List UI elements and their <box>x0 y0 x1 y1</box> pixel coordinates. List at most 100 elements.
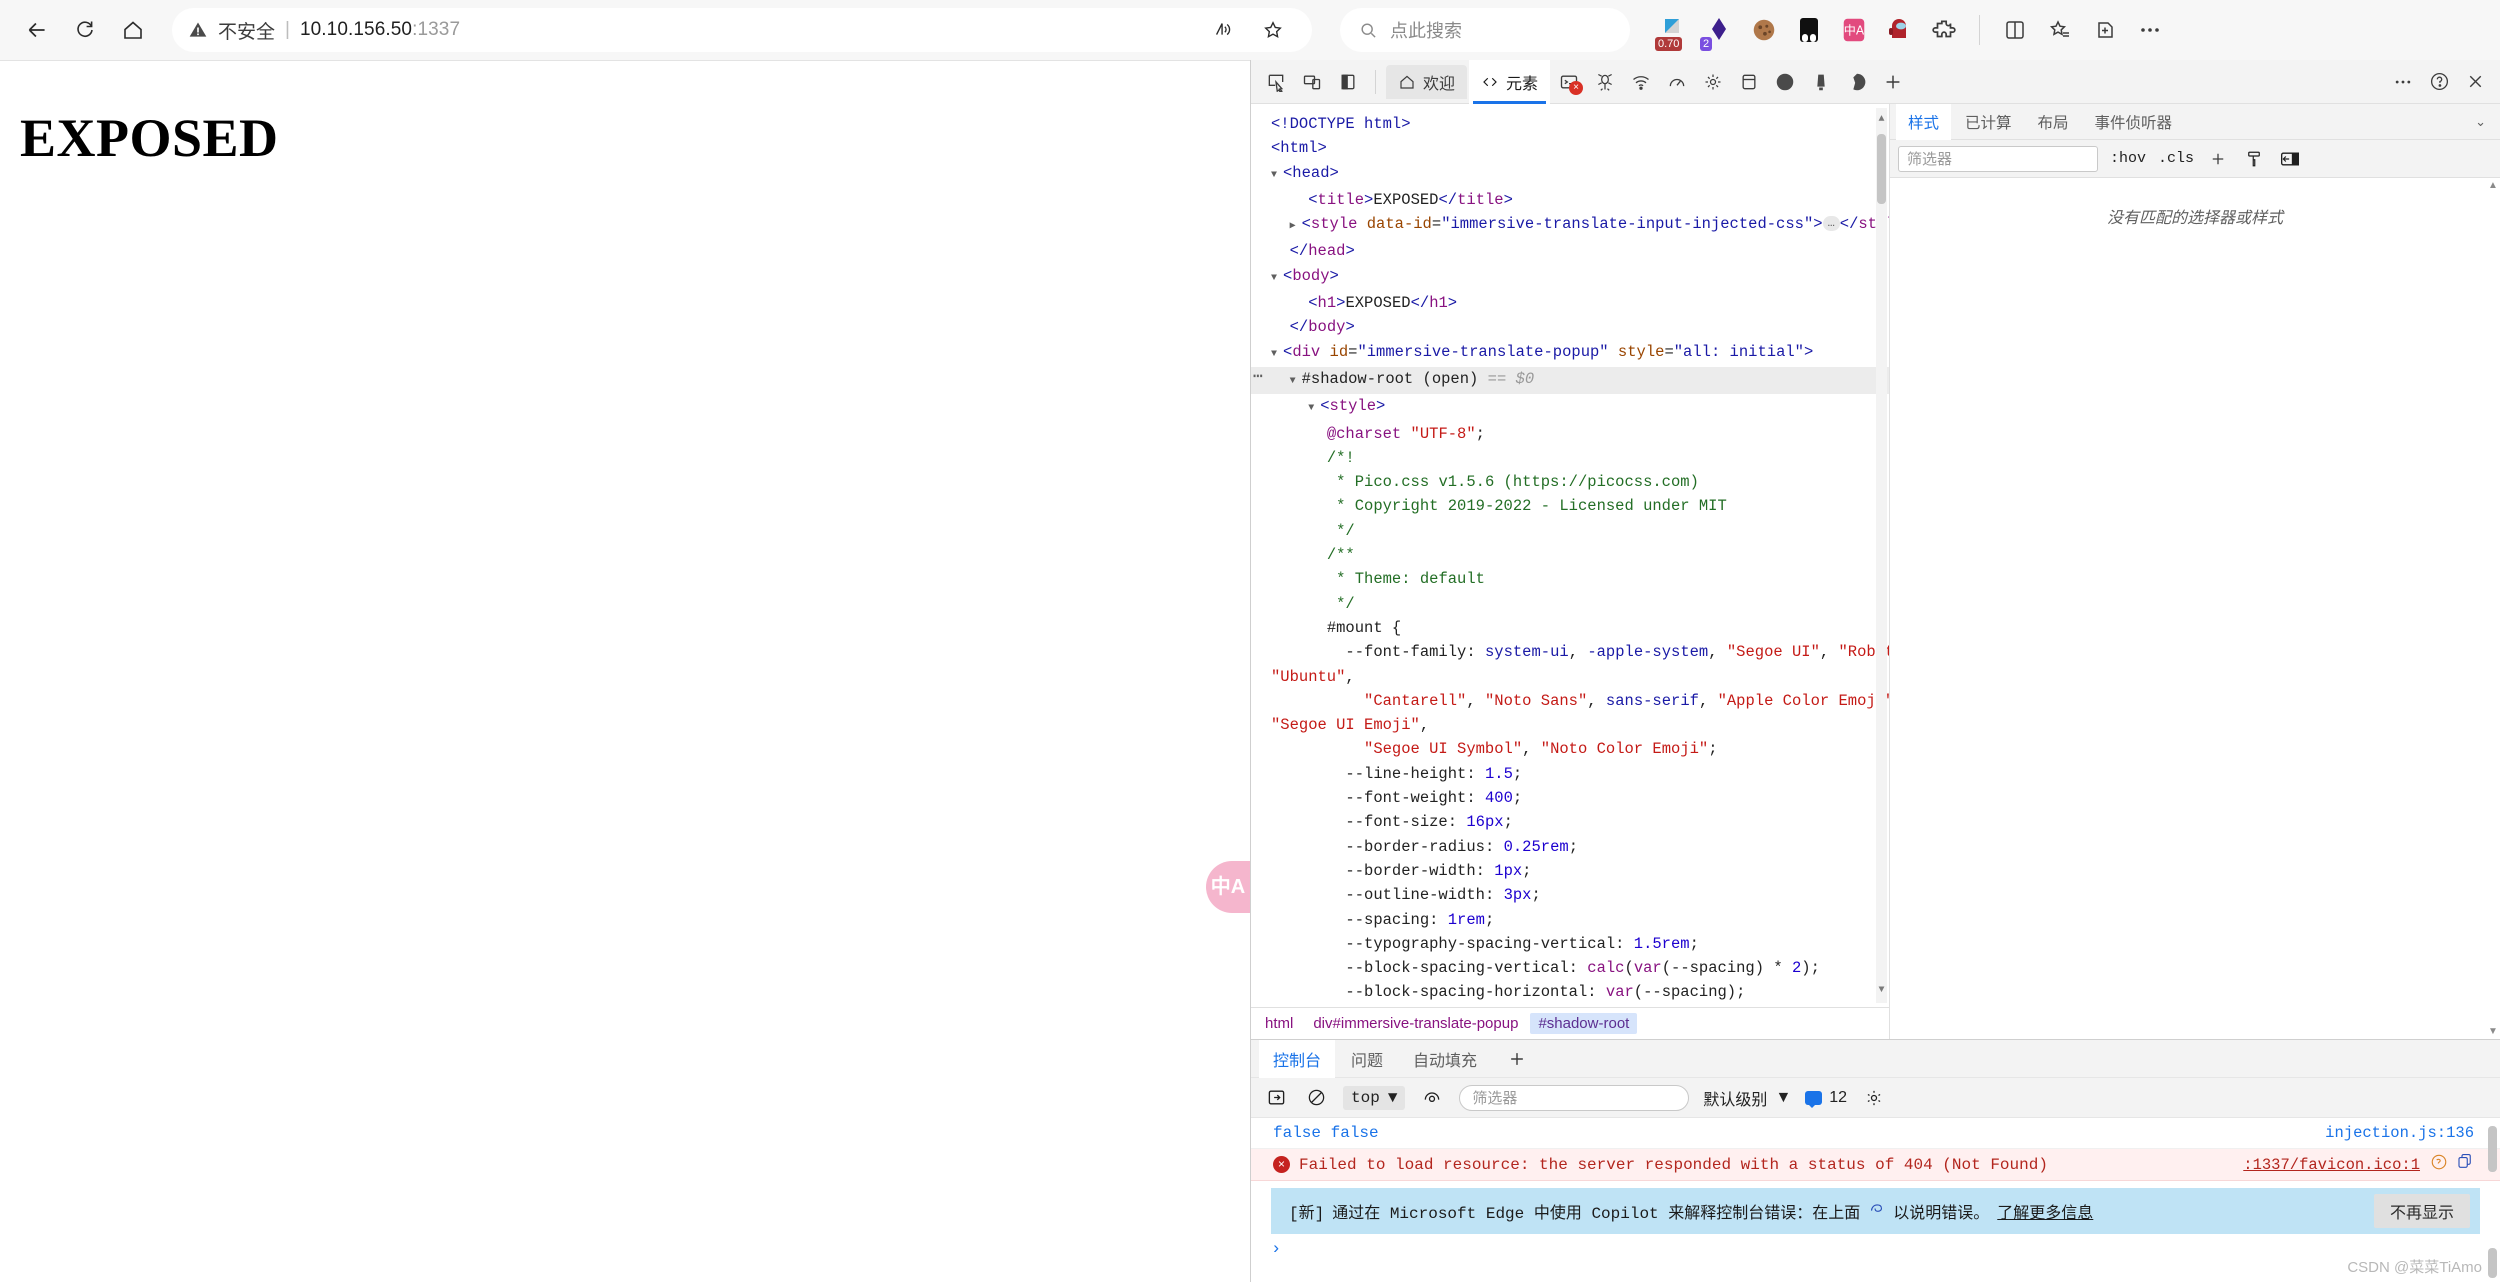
devtools-tab-welcome[interactable]: 欢迎 <box>1386 64 1468 99</box>
sources-icon[interactable] <box>1588 65 1622 99</box>
console-error-source[interactable]: :1337/favicon.ico:1 <box>2243 1156 2420 1174</box>
dom-line[interactable]: </head> <box>1251 239 1889 263</box>
puzzle-extension-icon[interactable] <box>1924 10 1964 50</box>
console-scrollbar-thumb-bottom[interactable] <box>2488 1248 2497 1278</box>
address-host: 10.10.156.50 <box>299 19 413 40</box>
console-message-info[interactable]: false false injection.js:136 <box>1251 1118 2500 1149</box>
styles-filter-input[interactable]: 筛选器 <box>1898 145 2098 172</box>
console-sidebar-icon[interactable] <box>1263 1085 1289 1111</box>
ruler-extension-icon[interactable]: 0.70 <box>1654 10 1694 51</box>
dom-tree[interactable]: <!DOCTYPE html> <html> ▼ <head> <title>EX… <box>1251 104 1889 1007</box>
read-aloud-icon[interactable] <box>1200 7 1246 53</box>
copy-message-icon[interactable] <box>2456 1153 2474 1176</box>
favorite-star-icon[interactable] <box>1250 7 1296 53</box>
more-options-icon[interactable] <box>2386 65 2420 99</box>
settings-gear-icon[interactable] <box>1861 1085 1887 1111</box>
clear-console-icon[interactable] <box>1303 1085 1329 1111</box>
immersive-translate-fab[interactable]: 中A <box>1206 861 1250 913</box>
console-scrollbar[interactable] <box>2487 1122 2498 1280</box>
favorites-bar-icon[interactable] <box>2040 10 2080 50</box>
device-toolbar-icon[interactable] <box>1295 65 1329 99</box>
cls-toggle[interactable]: .cls <box>2158 150 2194 167</box>
live-expression-icon[interactable] <box>1419 1085 1445 1111</box>
console-prompt[interactable]: › <box>1251 1234 2500 1265</box>
devtools-tab-elements[interactable]: 元素 <box>1469 60 1551 104</box>
breadcrumb-item-html[interactable]: html <box>1257 1013 1301 1034</box>
console-filter-placeholder: 筛选器 <box>1472 1090 1518 1107</box>
toggle-styles-sidebar-icon[interactable] <box>2278 147 2302 171</box>
hov-toggle[interactable]: :hov <box>2110 150 2146 167</box>
scrollbar-thumb[interactable] <box>1877 134 1886 204</box>
home-button[interactable] <box>110 7 156 53</box>
styles-tab-computed[interactable]: 已计算 <box>1953 108 2024 136</box>
cookie-extension-icon[interactable] <box>1744 10 1784 50</box>
dom-line[interactable]: ▼ <body> <box>1251 264 1889 291</box>
styles-scroll-down-arrow[interactable]: ▼ <box>2487 1026 2499 1037</box>
dark-reader-extension-icon[interactable] <box>1789 10 1829 50</box>
reload-button[interactable] <box>62 7 108 53</box>
immersive-translate-extension-icon[interactable]: 中A <box>1834 10 1874 50</box>
inspect-element-icon[interactable] <box>1259 65 1293 99</box>
lighthouse-icon[interactable] <box>1804 65 1838 99</box>
console-message-source[interactable]: injection.js:136 <box>2325 1124 2474 1142</box>
drawer-tab-console[interactable]: 控制台 <box>1259 1039 1336 1078</box>
console-filter-input[interactable]: 筛选器 <box>1459 1084 1690 1111</box>
styles-scroll-up-arrow[interactable]: ▲ <box>2487 180 2499 191</box>
split-screen-icon[interactable] <box>1995 10 2035 50</box>
breadcrumb-item-div[interactable]: div#immersive-translate-popup <box>1305 1013 1526 1034</box>
console-icon[interactable]: × <box>1552 65 1586 99</box>
dom-line[interactable]: ▼ <head> <box>1251 161 1889 188</box>
dom-line[interactable]: <h1>EXPOSED</h1> <box>1251 291 1889 315</box>
dom-line[interactable]: <html> <box>1251 136 1889 160</box>
back-button[interactable] <box>14 7 60 53</box>
dom-line[interactable]: </body> <box>1251 315 1889 339</box>
styles-tab-styles[interactable]: 样式 <box>1896 103 1952 140</box>
copilot-learn-more-link[interactable]: 了解更多信息 <box>1997 1199 2093 1223</box>
address-bar[interactable]: 不安全 | 10.10.156.50:1337 <box>172 8 1312 52</box>
copilot-explain-icon[interactable] <box>2430 1153 2448 1176</box>
styles-scrollbar[interactable]: ▲ ▼ <box>2487 178 2499 1039</box>
dom-line[interactable]: ▶ <style data-id="immersive-translate-inp… <box>1251 212 1889 239</box>
drawer-tab-issues[interactable]: 问题 <box>1337 1044 1397 1074</box>
performance-icon[interactable] <box>1660 65 1694 99</box>
console-message-error[interactable]: × Failed to load resource: the server re… <box>1251 1149 2500 1181</box>
copilot-dismiss-button[interactable]: 不再显示 <box>2373 1194 2470 1228</box>
dom-tree-scrollbar[interactable]: ▲ ▼ <box>1876 108 1887 1003</box>
close-icon[interactable] <box>2458 65 2492 99</box>
drawer-tab-autofill[interactable]: 自动填充 <box>1399 1044 1491 1074</box>
console-scrollbar-thumb[interactable] <box>2488 1126 2497 1172</box>
styles-tab-event-listeners[interactable]: 事件侦听器 <box>2083 108 2185 136</box>
network-icon[interactable] <box>1624 65 1658 99</box>
breadcrumb-item-shadow-root[interactable]: #shadow-root <box>1530 1013 1638 1034</box>
styles-tab-layout[interactable]: 布局 <box>2026 108 2081 136</box>
chevron-down-icon[interactable]: ⌄ <box>2475 114 2494 130</box>
more-tools-icon[interactable] <box>1876 65 1910 99</box>
recorder-icon[interactable] <box>1840 65 1874 99</box>
console-context-selector[interactable]: top ▼ <box>1343 1085 1406 1110</box>
dom-line-selected[interactable]: ▼#shadow-root (open) == $0 <box>1251 365 1889 395</box>
console-level-selector[interactable]: 默认级别 ▼ <box>1703 1086 1791 1110</box>
computed-styles-sidebar-icon[interactable] <box>2242 147 2266 171</box>
panel-icon[interactable] <box>1768 65 1802 99</box>
dom-line: "Segoe UI Emoji", <box>1271 716 1430 735</box>
console-issue-count[interactable]: 12 <box>1805 1089 1847 1108</box>
copilot-banner-text: 通过在 Microsoft Edge 中使用 Copilot 来解释控制台错误：… <box>1332 1205 1861 1223</box>
dom-line: #mount { <box>1326 618 1402 637</box>
help-icon[interactable] <box>2422 65 2456 99</box>
search-box[interactable]: 点此搜索 <box>1340 8 1630 52</box>
browser-essentials-icon[interactable] <box>2085 10 2125 50</box>
dom-line[interactable]: ▼ <style> <box>1251 394 1889 421</box>
dom-line[interactable]: <!DOCTYPE html> <box>1251 112 1889 136</box>
dock-side-icon[interactable] <box>1331 65 1365 99</box>
application-icon[interactable] <box>1696 65 1730 99</box>
among-us-extension-icon[interactable] <box>1879 10 1919 50</box>
new-style-rule-icon[interactable] <box>2206 147 2230 171</box>
dom-line[interactable]: ▼ <div id="immersive-translate-popup" sty… <box>1251 340 1889 367</box>
diamond-extension-icon[interactable]: 2 <box>1699 10 1739 51</box>
scroll-down-arrow[interactable]: ▼ <box>1876 979 1887 1003</box>
dom-line[interactable]: <title>EXPOSED</title> <box>1251 188 1889 212</box>
scroll-up-arrow[interactable]: ▲ <box>1876 108 1887 132</box>
settings-more-icon[interactable] <box>2130 10 2170 50</box>
memory-icon[interactable] <box>1732 65 1766 99</box>
drawer-add-tab-button[interactable] <box>1493 1044 1541 1074</box>
